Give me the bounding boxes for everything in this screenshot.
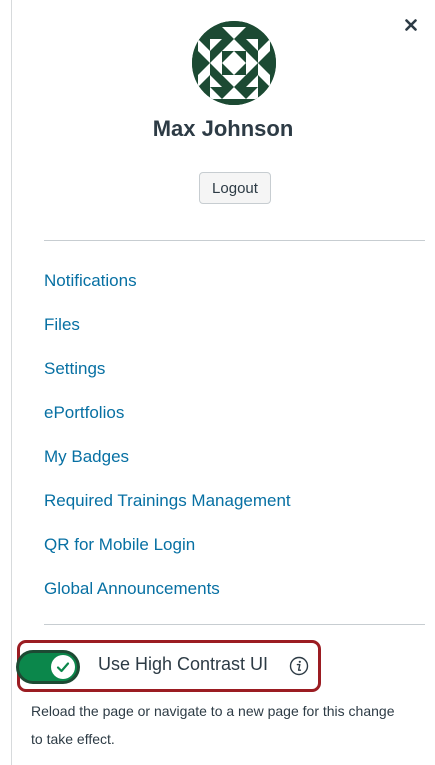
- high-contrast-help-text: Reload the page or navigate to a new pag…: [31, 703, 395, 747]
- nav-item-files: Files: [44, 309, 291, 353]
- avatar: [192, 21, 276, 105]
- required-trainings-link[interactable]: Required Trainings Management: [44, 491, 291, 510]
- files-link[interactable]: Files: [44, 315, 80, 334]
- my-badges-link[interactable]: My Badges: [44, 447, 129, 466]
- global-announcements-link[interactable]: Global Announcements: [44, 579, 220, 598]
- nav-item-notifications: Notifications: [44, 265, 291, 309]
- close-icon: [405, 19, 417, 31]
- user-name: Max Johnson: [152, 116, 294, 141]
- nav-item-required-trainings: Required Trainings Management: [44, 485, 291, 529]
- quilt-avatar-icon: [192, 21, 276, 105]
- notifications-link[interactable]: Notifications: [44, 271, 137, 290]
- qr-mobile-login-link[interactable]: QR for Mobile Login: [44, 535, 195, 554]
- nav-item-settings: Settings: [44, 353, 291, 397]
- eportfolios-link[interactable]: ePortfolios: [44, 403, 124, 422]
- profile-nav: Notifications Files Settings ePortfolios…: [44, 265, 291, 617]
- high-contrast-toggle[interactable]: [16, 650, 80, 684]
- divider: [44, 240, 425, 241]
- checkmark-icon: [56, 662, 70, 673]
- close-button[interactable]: [400, 14, 422, 36]
- nav-item-qr-mobile-login: QR for Mobile Login: [44, 529, 291, 573]
- settings-link[interactable]: Settings: [44, 359, 105, 378]
- high-contrast-label: Use High Contrast UI: [98, 654, 269, 674]
- nav-item-global-announcements: Global Announcements: [44, 573, 291, 617]
- nav-item-my-badges: My Badges: [44, 441, 291, 485]
- nav-item-eportfolios: ePortfolios: [44, 397, 291, 441]
- info-icon[interactable]: [289, 656, 309, 676]
- logout-button[interactable]: Logout: [199, 172, 271, 204]
- divider: [44, 624, 425, 625]
- toggle-knob: [51, 655, 75, 679]
